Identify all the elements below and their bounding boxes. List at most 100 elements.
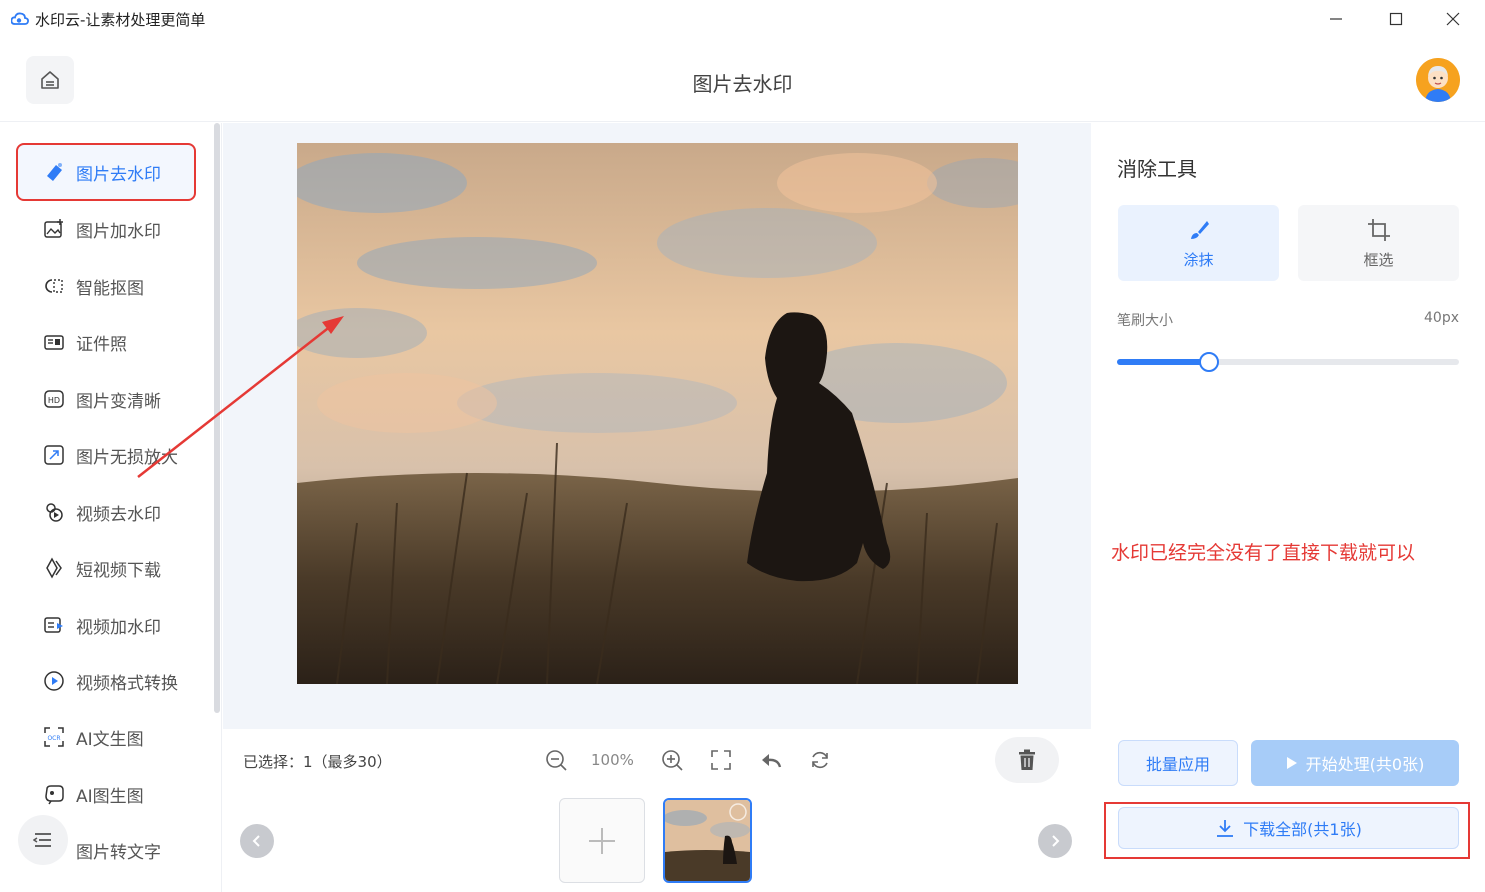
maximize-icon bbox=[1389, 12, 1403, 26]
video-eraser-icon bbox=[42, 500, 66, 524]
sidebar-item-label: 短视频下载 bbox=[76, 560, 161, 581]
tool-panel: 消除工具 涂抹 框选 笔刷大小 40px 水印已经完全没有了直接下载就可以 批量… bbox=[1092, 123, 1485, 892]
sidebar-item-label: 智能抠图 bbox=[76, 278, 144, 299]
add-image-button[interactable] bbox=[559, 798, 645, 883]
sidebar-item-ai-text-to-image[interactable]: OCR AI文生图 bbox=[18, 710, 194, 764]
sidebar-item-video-convert[interactable]: 视频格式转换 bbox=[18, 654, 194, 708]
sidebar-item-label: 图片去水印 bbox=[76, 164, 161, 185]
chevron-left-icon bbox=[252, 835, 260, 847]
fit-screen-button[interactable] bbox=[708, 747, 734, 773]
editor-canvas[interactable] bbox=[223, 123, 1091, 729]
ai-image-icon bbox=[42, 782, 66, 806]
slider-knob[interactable] bbox=[1199, 352, 1220, 372]
download-all-label: 下载全部(共1张) bbox=[1243, 820, 1362, 839]
selection-count: 已选择：1（最多30） bbox=[243, 753, 392, 771]
sidebar-item-label: AI图生图 bbox=[76, 786, 144, 807]
sidebar-item-video-remove-watermark[interactable]: 视频去水印 bbox=[18, 485, 194, 539]
cutout-icon bbox=[42, 274, 66, 298]
zoom-out-icon bbox=[546, 750, 567, 771]
undo-icon bbox=[762, 754, 782, 768]
play-circle-icon bbox=[42, 669, 66, 693]
sidebar-item-label: 图片变清晰 bbox=[76, 391, 161, 412]
sidebar-item-label: 视频去水印 bbox=[76, 504, 161, 525]
id-card-icon bbox=[42, 330, 66, 354]
close-icon bbox=[1446, 12, 1460, 26]
sidebar-item-label: 视频加水印 bbox=[76, 617, 161, 638]
undo-button[interactable] bbox=[758, 747, 784, 773]
sidebar-item-enlarge[interactable]: 图片无损放大 bbox=[18, 428, 194, 482]
photo-image bbox=[297, 143, 1018, 684]
sidebar-item-short-video-download[interactable]: 短视频下载 bbox=[18, 541, 194, 595]
eraser-icon bbox=[42, 160, 66, 184]
start-process-button[interactable]: 开始处理(共0张) bbox=[1251, 740, 1459, 786]
crop-icon bbox=[1366, 217, 1392, 243]
brush-tool-label: 涂抹 bbox=[1183, 250, 1214, 269]
sidebar-item-label: 图片加水印 bbox=[76, 221, 161, 242]
enlarge-icon bbox=[42, 443, 66, 467]
canvas-toolbar: 已选择：1（最多30） 100% bbox=[223, 729, 1091, 793]
sidebar-item-label: 视频格式转换 bbox=[76, 673, 178, 694]
edited-photo[interactable] bbox=[297, 143, 1018, 684]
box-select-tool-button[interactable]: 框选 bbox=[1298, 205, 1459, 281]
brush-size-slider[interactable] bbox=[1117, 352, 1459, 372]
sidebar-item-label: 证件照 bbox=[76, 334, 127, 355]
download-icon bbox=[1217, 820, 1234, 837]
svg-text:HD: HD bbox=[48, 396, 60, 405]
sidebar-item-label: 图片无损放大 bbox=[76, 447, 178, 468]
zoom-in-icon bbox=[662, 750, 683, 771]
app-header: 图片去水印 bbox=[0, 38, 1485, 122]
sidebar-item-video-add-watermark[interactable]: 视频加水印 bbox=[18, 598, 194, 652]
zoom-out-button[interactable] bbox=[543, 747, 569, 773]
sidebar-item-enhance[interactable]: HD 图片变清晰 bbox=[18, 372, 194, 426]
sidebar-scrollbar[interactable] bbox=[214, 123, 220, 713]
minimize-icon bbox=[1330, 18, 1342, 20]
video-download-icon bbox=[42, 556, 66, 580]
zoom-level: 100% bbox=[591, 751, 634, 769]
page-title: 图片去水印 bbox=[692, 72, 793, 96]
collapse-menu-button[interactable] bbox=[18, 815, 68, 865]
play-icon bbox=[1286, 757, 1297, 769]
reset-button[interactable] bbox=[807, 747, 833, 773]
panel-title: 消除工具 bbox=[1117, 157, 1197, 181]
avatar-icon bbox=[1416, 58, 1460, 102]
chevron-right-icon bbox=[1052, 835, 1060, 847]
sidebar-item-add-watermark[interactable]: 图片加水印 bbox=[18, 202, 194, 256]
sidebar: 图片去水印 图片加水印 智能抠图 证件照 HD 图片变清晰 图片无损放大 视频去… bbox=[0, 123, 222, 892]
brush-size-label: 笔刷大小 bbox=[1117, 313, 1173, 329]
brush-size-value: 40px bbox=[1424, 310, 1459, 326]
trash-icon bbox=[1019, 749, 1035, 770]
window-title: 水印云-让素材处理更简单 bbox=[35, 11, 206, 29]
sidebar-item-label: 图片转文字 bbox=[76, 842, 161, 863]
brush-icon bbox=[1186, 217, 1212, 243]
image-thumbnail[interactable] bbox=[663, 798, 752, 883]
sidebar-item-ai-image-to-image[interactable]: AI图生图 bbox=[18, 767, 194, 821]
svg-text:OCR: OCR bbox=[47, 735, 60, 742]
next-button[interactable] bbox=[1038, 824, 1072, 858]
box-select-tool-label: 框选 bbox=[1363, 250, 1394, 269]
thumbnail-image bbox=[665, 800, 750, 881]
sidebar-item-id-photo[interactable]: 证件照 bbox=[18, 315, 194, 369]
refresh-icon bbox=[812, 751, 828, 769]
batch-apply-button[interactable]: 批量应用 bbox=[1118, 740, 1238, 786]
sidebar-item-smart-cutout[interactable]: 智能抠图 bbox=[18, 259, 194, 313]
minimize-button[interactable] bbox=[1313, 4, 1359, 34]
ocr-icon: OCR bbox=[42, 725, 66, 749]
delete-button[interactable] bbox=[995, 737, 1059, 783]
maximize-button[interactable] bbox=[1373, 4, 1419, 34]
annotation-note: 水印已经完全没有了直接下载就可以 bbox=[1111, 542, 1416, 564]
zoom-in-button[interactable] bbox=[659, 747, 685, 773]
plus-icon bbox=[589, 827, 615, 854]
slider-fill bbox=[1117, 359, 1210, 365]
fullscreen-icon bbox=[711, 750, 731, 770]
sidebar-item-remove-watermark[interactable]: 图片去水印 bbox=[16, 143, 196, 201]
prev-button[interactable] bbox=[240, 824, 274, 858]
download-all-button[interactable]: 下载全部(共1张) bbox=[1118, 807, 1459, 849]
thumbnail-strip bbox=[223, 793, 1091, 892]
image-add-icon bbox=[42, 217, 66, 241]
user-avatar[interactable] bbox=[1416, 58, 1460, 102]
hd-icon: HD bbox=[42, 387, 66, 411]
close-button[interactable] bbox=[1430, 4, 1476, 34]
start-process-label: 开始处理(共0张) bbox=[1305, 755, 1425, 774]
title-bar: 水印云-让素材处理更简单 bbox=[0, 0, 1485, 38]
brush-tool-button[interactable]: 涂抹 bbox=[1118, 205, 1279, 281]
